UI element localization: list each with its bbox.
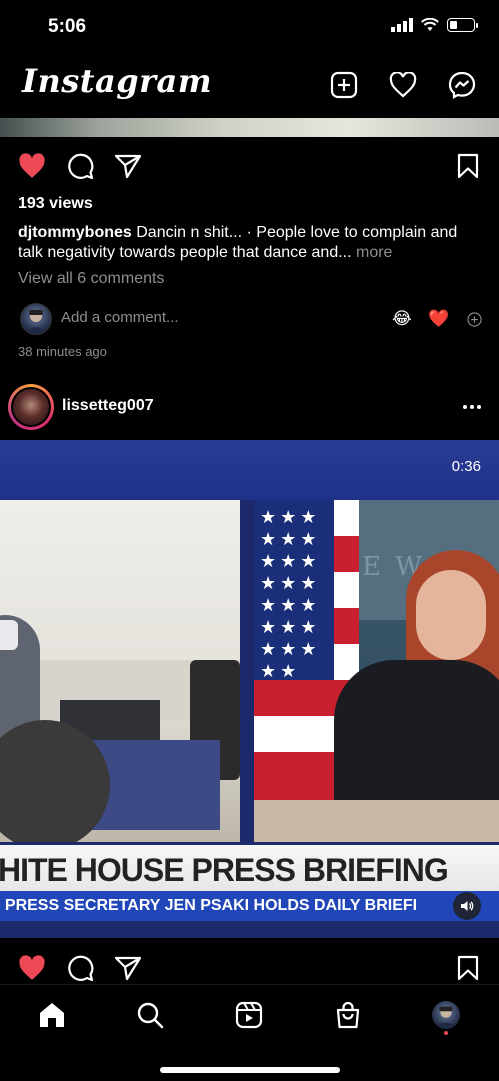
news-ticker-text: I PRESS SECRETARY JEN PSAKI HOLDS DAILY … (0, 897, 418, 914)
heart-filled-icon (19, 954, 45, 980)
share-button[interactable] (112, 151, 144, 181)
send-icon (114, 154, 142, 179)
bookmark-icon (457, 955, 479, 981)
speaker-icon (461, 901, 474, 911)
video-duration: 0:36 (451, 458, 481, 475)
nav-reels[interactable] (229, 995, 269, 1035)
more-dots-icon (463, 405, 481, 409)
nav-profile[interactable] (426, 995, 466, 1035)
nav-search[interactable] (130, 995, 170, 1035)
messenger-button[interactable] (447, 70, 477, 100)
user-avatar-story-ring[interactable] (8, 384, 54, 430)
post-timestamp: 38 minutes ago (18, 344, 107, 359)
comment-icon (68, 153, 94, 180)
comment-button[interactable] (64, 151, 96, 181)
share-button[interactable] (112, 953, 144, 983)
add-comment-input[interactable]: Add a comment... (61, 309, 179, 326)
reels-icon (235, 1001, 263, 1029)
wifi-icon (421, 18, 439, 31)
news-lower-third: HITE HOUSE PRESS BRIEFING (0, 845, 499, 891)
video-right-panel: THE W ★★★★★★★★★★★★★★★★★★★★★★★ (254, 500, 499, 842)
post-video[interactable]: THE W ★★★★★★★★★★★★★★★★★★★★★★★ HITE HOUSE… (0, 440, 499, 938)
nav-shop[interactable] (328, 995, 368, 1035)
avatar (20, 303, 52, 335)
profile-notification-dot (444, 1031, 448, 1035)
bottom-navigation (0, 984, 499, 1081)
messenger-icon (448, 71, 476, 99)
heart-filled-icon (19, 152, 45, 178)
previous-post-media[interactable] (0, 118, 499, 137)
home-icon (40, 1003, 64, 1027)
signal-icon (391, 18, 413, 32)
post-caption: djtommybones Dancin n shit... · People l… (18, 223, 478, 263)
comment-button[interactable] (64, 953, 96, 983)
save-button[interactable] (454, 151, 482, 181)
battery-icon (447, 18, 478, 32)
like-button[interactable] (16, 953, 48, 983)
news-title: HITE HOUSE PRESS BRIEFING (0, 852, 449, 888)
instagram-logo[interactable]: Instagram (22, 62, 212, 100)
activity-button[interactable] (388, 70, 418, 100)
shop-icon (336, 1001, 360, 1029)
home-indicator[interactable] (160, 1067, 340, 1073)
post-options-button[interactable] (458, 395, 486, 419)
status-time: 5:06 (48, 16, 87, 37)
more-reactions-button[interactable] (466, 311, 482, 327)
post-username[interactable]: lissetteg007 (62, 397, 154, 415)
heart-outline-icon (389, 72, 417, 98)
caption-more-link[interactable]: more (352, 244, 392, 261)
view-all-comments-link[interactable]: View all 6 comments (18, 270, 164, 288)
save-button[interactable] (454, 953, 482, 983)
caption-username[interactable]: djtommybones (18, 224, 132, 241)
add-circle-icon (466, 311, 482, 327)
new-post-button[interactable] (329, 70, 359, 100)
bookmark-icon (457, 153, 479, 179)
search-icon (137, 1002, 164, 1029)
nav-home[interactable] (32, 995, 72, 1035)
news-ticker: I PRESS SECRETARY JEN PSAKI HOLDS DAILY … (0, 891, 499, 921)
like-button[interactable] (16, 151, 48, 181)
quick-reaction-heart[interactable]: ❤️ (428, 309, 449, 329)
view-count[interactable]: 193 views (18, 195, 93, 213)
profile-avatar (432, 1001, 460, 1029)
sound-toggle-button[interactable] (453, 892, 481, 920)
plus-square-icon (330, 71, 358, 99)
video-left-panel (0, 500, 240, 842)
send-icon (114, 956, 142, 981)
avatar (13, 389, 49, 425)
status-icons (391, 18, 478, 32)
comment-icon (68, 955, 94, 982)
quick-reaction-laugh[interactable]: 😂 (392, 309, 412, 329)
